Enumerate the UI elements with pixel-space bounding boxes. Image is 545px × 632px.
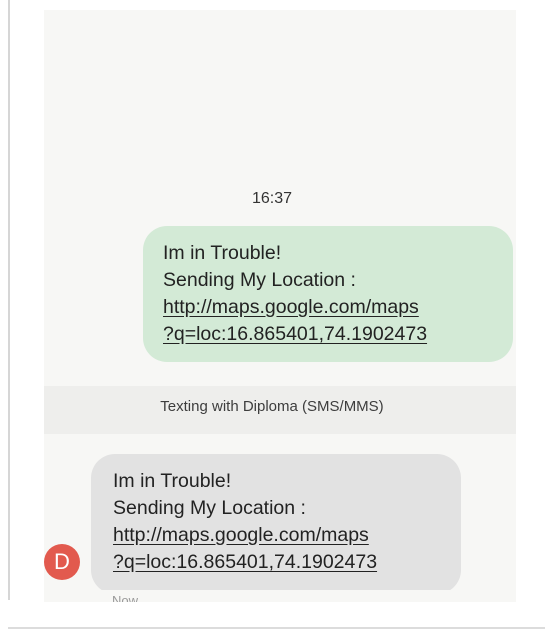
received-location-link-part-1[interactable]: http://maps.google.com/maps bbox=[113, 522, 441, 549]
screenshot-frame: 16:37 Im in Trouble! Sending My Location… bbox=[0, 0, 545, 632]
sent-location-link-part-1[interactable]: http://maps.google.com/maps bbox=[163, 294, 493, 321]
texting-mode-label: Texting with Diploma (SMS/MMS) bbox=[160, 398, 384, 415]
received-message-bubble[interactable]: Im in Trouble! Sending My Location : htt… bbox=[91, 454, 461, 594]
sent-location-link-part-2[interactable]: ?q=loc:16.865401,74.1902473 bbox=[163, 321, 493, 348]
sender-avatar[interactable]: D bbox=[44, 544, 80, 580]
sent-message-line-1: Im in Trouble! bbox=[163, 242, 282, 264]
received-message-line-1: Im in Trouble! bbox=[113, 470, 232, 492]
message-status-label: Now bbox=[112, 593, 139, 602]
sent-message-line-2: Sending My Location : bbox=[163, 269, 356, 291]
bottom-border-line bbox=[8, 627, 545, 629]
left-border-line bbox=[8, 0, 10, 600]
received-message-line-2: Sending My Location : bbox=[113, 497, 306, 519]
message-timestamp: 16:37 bbox=[251, 190, 293, 207]
sent-message-bubble[interactable]: Im in Trouble! Sending My Location : htt… bbox=[143, 226, 513, 362]
received-location-link-part-2[interactable]: ?q=loc:16.865401,74.1902473 bbox=[113, 549, 441, 576]
messages-conversation[interactable]: 16:37 Im in Trouble! Sending My Location… bbox=[44, 10, 516, 602]
